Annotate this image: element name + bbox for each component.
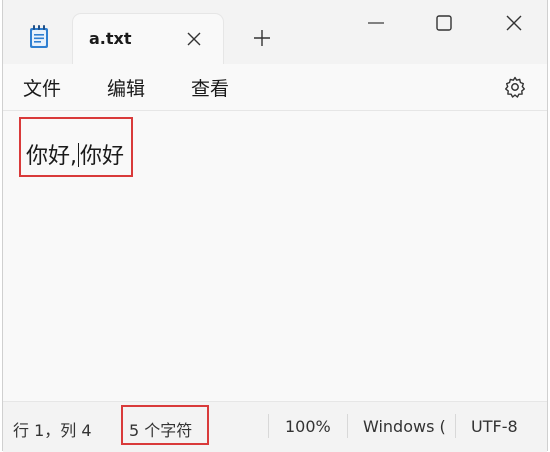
- menu-bar: 文件 编辑 查看: [3, 64, 547, 111]
- minimize-icon[interactable]: [353, 10, 399, 36]
- notepad-icon: [29, 25, 49, 49]
- text-caret: [78, 143, 79, 167]
- title-bar: a.txt: [3, 0, 547, 64]
- maximize-icon[interactable]: [421, 10, 467, 36]
- character-count: 5 个字符: [129, 421, 193, 440]
- tab-title: a.txt: [89, 29, 132, 48]
- menu-view[interactable]: 查看: [191, 74, 229, 101]
- close-icon[interactable]: [491, 10, 537, 36]
- plus-icon[interactable]: [251, 27, 273, 49]
- status-divider: [347, 414, 348, 438]
- zoom-level[interactable]: 100%: [285, 417, 331, 436]
- line-ending[interactable]: Windows (: [363, 417, 446, 436]
- status-divider: [268, 414, 269, 438]
- status-bar: 行 1，列 4 5 个字符 100% Windows ( UTF-8: [3, 401, 547, 452]
- gear-icon[interactable]: [503, 75, 527, 99]
- notepad-window: a.txt 文件 编辑 查看 你好, 你好 行 1，列 4 5 个字符 100%…: [2, 0, 548, 452]
- menu-edit[interactable]: 编辑: [107, 74, 145, 101]
- encoding[interactable]: UTF-8: [471, 417, 518, 436]
- tab-a-txt[interactable]: a.txt: [73, 14, 223, 64]
- cursor-position: 行 1，列 4: [13, 421, 92, 440]
- text-editor[interactable]: 你好, 你好: [3, 111, 547, 400]
- text-after-caret: 你好: [80, 144, 125, 169]
- menu-file[interactable]: 文件: [23, 74, 61, 101]
- status-divider: [455, 414, 456, 438]
- close-icon[interactable]: [183, 28, 205, 50]
- text-before-caret: 你好,: [26, 144, 77, 169]
- editor-content[interactable]: 你好, 你好: [26, 138, 124, 170]
